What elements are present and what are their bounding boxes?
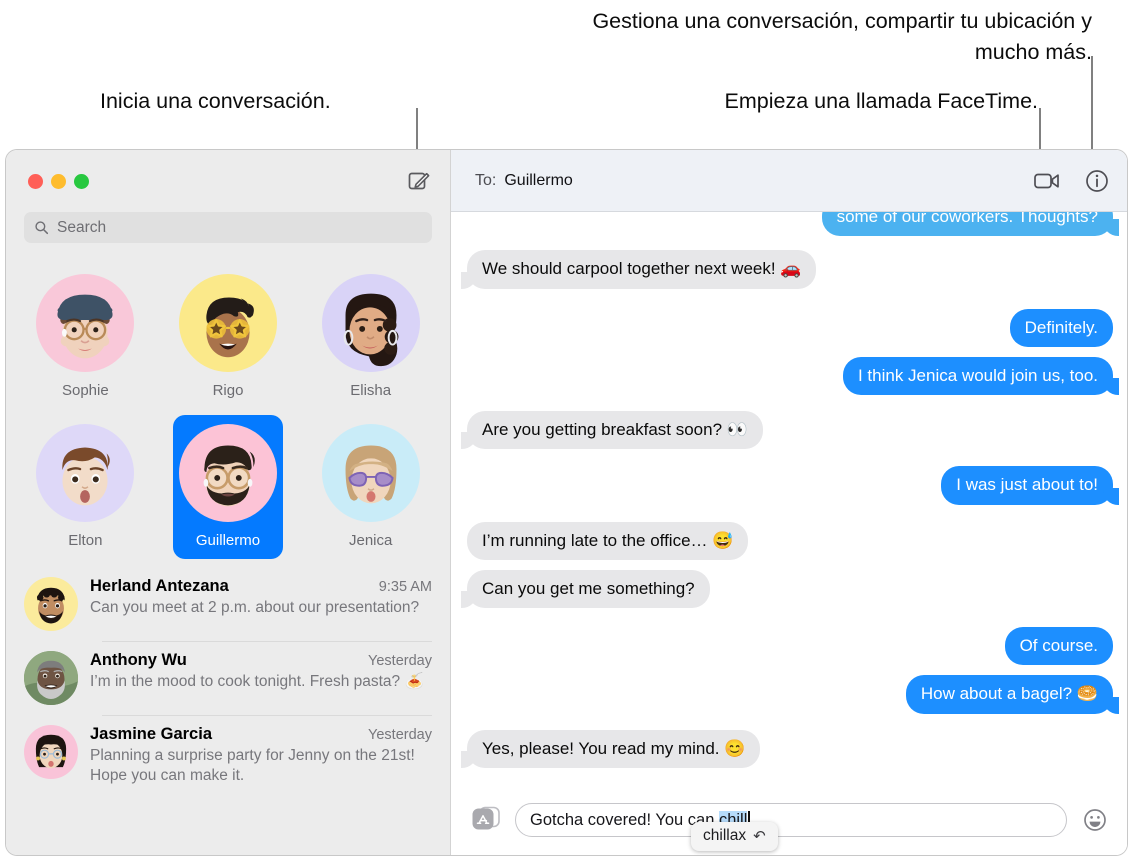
message-bubble-outgoing[interactable]: How about a bagel? 🥯 bbox=[905, 675, 1122, 714]
info-circle-icon bbox=[1086, 169, 1108, 192]
avatar-jasmine-garcia bbox=[24, 725, 78, 779]
app-store-icon bbox=[472, 806, 500, 830]
window-controls bbox=[28, 173, 89, 189]
search-placeholder: Search bbox=[57, 218, 107, 236]
conversation-name: Anthony Wu bbox=[90, 651, 187, 669]
conversation-preview: Can you meet at 2 p.m. about our present… bbox=[90, 599, 420, 616]
memoji-avatar-rigo bbox=[178, 274, 277, 372]
conversation-row-anthony-wu[interactable]: Anthony Wu Yesterday I’m in the mood to … bbox=[6, 641, 450, 715]
callout-facetime: Empieza una llamada FaceTime. bbox=[724, 89, 1038, 113]
avatar-anthony-wu bbox=[24, 651, 78, 705]
message-row: We should carpool together next week! 🚗 bbox=[458, 250, 1113, 289]
pinned-name-jenica: Jenica bbox=[348, 532, 393, 549]
pinned-name-elton: Elton bbox=[68, 532, 103, 549]
video-camera-icon bbox=[1034, 173, 1059, 188]
autocorrect-suggestion-text: chillax bbox=[703, 827, 747, 844]
minimize-button[interactable] bbox=[51, 173, 66, 189]
callout-manage: Gestiona una conversación, compartir tu … bbox=[592, 9, 1092, 64]
conversation-name: Jasmine Garcia bbox=[90, 725, 212, 743]
compose-icon bbox=[408, 172, 430, 190]
pinned-tile-rigo[interactable]: Rigo bbox=[173, 265, 284, 409]
message-list[interactable]: some of our coworkers. Thoughts? We shou… bbox=[451, 212, 1127, 785]
message-row: I’m running late to the office… 😅 bbox=[467, 521, 1113, 560]
message-bubble-incoming[interactable]: Are you getting breakfast soon? 👀 bbox=[459, 411, 763, 450]
message-bubble-incoming[interactable]: I’m running late to the office… 😅 bbox=[467, 521, 749, 560]
message-row: Definitely. bbox=[467, 308, 1113, 347]
memoji-avatar-elisha bbox=[321, 274, 420, 372]
message-row: Yes, please! You read my mind. 😊 bbox=[458, 729, 1113, 769]
message-bubble-outgoing[interactable]: some of our coworkers. Thoughts? bbox=[821, 212, 1122, 237]
close-button[interactable] bbox=[28, 173, 43, 189]
pinned-tile-jenica[interactable]: Jenica bbox=[315, 415, 426, 559]
conversation-row-herland-antezana[interactable]: Herland Antezana 9:35 AM Can you meet at… bbox=[6, 567, 450, 641]
message-input-field[interactable]: Gotcha covered! You can chill bbox=[515, 803, 1067, 837]
avatar-herland-antezana bbox=[24, 577, 78, 631]
facetime-button[interactable] bbox=[1033, 167, 1061, 195]
pinned-tile-guillermo[interactable]: Guillermo bbox=[172, 415, 284, 559]
conversation-text-jasmine-garcia: Jasmine Garcia Yesterday Planning a surp… bbox=[90, 725, 432, 786]
conversation-row-jasmine-garcia[interactable]: Jasmine Garcia Yesterday Planning a surp… bbox=[6, 715, 450, 796]
apps-button[interactable] bbox=[471, 805, 501, 835]
callout-start-conversation: Inicia una conversación. bbox=[100, 89, 331, 113]
recipient-name[interactable]: Guillermo bbox=[504, 172, 572, 190]
undo-arrow-icon[interactable]: ↶ bbox=[753, 827, 766, 845]
autocorrect-suggestion-popup[interactable]: chillax ↶ bbox=[691, 822, 778, 851]
message-input-bar: Gotcha covered! You can chill chillax ↶ bbox=[451, 785, 1127, 855]
conversation-name: Herland Antezana bbox=[90, 577, 229, 595]
message-row: I was just about to! bbox=[467, 466, 1121, 505]
message-row: some of our coworkers. Thoughts? bbox=[467, 212, 1122, 237]
conversation-preview: I’m in the mood to cook tonight. Fresh p… bbox=[90, 673, 424, 690]
maximize-button[interactable] bbox=[74, 173, 89, 189]
pinned-tile-sophie[interactable]: Sophie bbox=[30, 265, 141, 409]
messages-window: Search Sophie Rigo Elisha Elton Guillerm… bbox=[6, 150, 1127, 855]
search-input[interactable]: Search bbox=[24, 212, 432, 243]
message-row: How about a bagel? 🥯 bbox=[467, 675, 1122, 714]
sidebar-titlebar bbox=[6, 150, 450, 212]
memoji-avatar-sophie bbox=[36, 274, 135, 372]
message-row: Of course. bbox=[467, 627, 1113, 666]
conversation-time: Yesterday bbox=[368, 653, 432, 669]
message-row: Can you get me something? bbox=[459, 569, 1113, 609]
pinned-conversations-grid: Sophie Rigo Elisha Elton Guillermo Jenic… bbox=[6, 243, 450, 567]
sidebar: Search Sophie Rigo Elisha Elton Guillerm… bbox=[6, 150, 451, 855]
emoji-picker-button[interactable] bbox=[1081, 806, 1109, 834]
pinned-name-sophie: Sophie bbox=[61, 382, 109, 399]
to-label: To: bbox=[475, 171, 497, 189]
smiley-face-icon bbox=[1084, 809, 1106, 831]
message-bubble-incoming[interactable]: Can you get me something? bbox=[459, 569, 710, 609]
conversation-text-anthony-wu: Anthony Wu Yesterday I’m in the mood to … bbox=[90, 651, 432, 705]
memoji-avatar-elton bbox=[36, 424, 135, 522]
message-bubble-outgoing[interactable]: Of course. bbox=[1004, 627, 1113, 666]
message-bubble-outgoing[interactable]: I was just about to! bbox=[941, 466, 1121, 505]
conversation-time: Yesterday bbox=[368, 727, 432, 743]
search-icon bbox=[35, 221, 49, 235]
message-bubble-outgoing[interactable]: Definitely. bbox=[1009, 308, 1113, 347]
header-actions bbox=[1033, 167, 1111, 195]
message-row: I think Jenica would join us, too. bbox=[467, 356, 1122, 396]
conversation-preview: Planning a surprise party for Jenny on t… bbox=[90, 747, 415, 784]
conversation-pane: To: Guillermo some of our coworkers. Tho… bbox=[451, 150, 1127, 855]
message-row: Are you getting breakfast soon? 👀 bbox=[459, 411, 1113, 450]
pinned-tile-elton[interactable]: Elton bbox=[30, 415, 141, 559]
conversation-header: To: Guillermo bbox=[451, 150, 1127, 212]
conversation-text-herland-antezana: Herland Antezana 9:35 AM Can you meet at… bbox=[90, 577, 432, 631]
compose-button[interactable] bbox=[404, 166, 434, 196]
pinned-tile-elisha[interactable]: Elisha bbox=[315, 265, 426, 409]
memoji-avatar-guillermo bbox=[178, 424, 277, 522]
pinned-name-guillermo: Guillermo bbox=[195, 532, 261, 549]
details-info-button[interactable] bbox=[1083, 167, 1111, 195]
memoji-avatar-jenica bbox=[321, 424, 420, 522]
pinned-name-rigo: Rigo bbox=[212, 382, 244, 399]
message-bubble-incoming[interactable]: We should carpool together next week! 🚗 bbox=[458, 250, 817, 289]
message-bubble-incoming[interactable]: Yes, please! You read my mind. 😊 bbox=[458, 729, 761, 769]
message-bubble-outgoing[interactable]: I think Jenica would join us, too. bbox=[842, 356, 1122, 396]
conversation-list: Herland Antezana 9:35 AM Can you meet at… bbox=[6, 567, 450, 855]
pinned-name-elisha: Elisha bbox=[350, 382, 392, 399]
conversation-time: 9:35 AM bbox=[378, 579, 432, 595]
